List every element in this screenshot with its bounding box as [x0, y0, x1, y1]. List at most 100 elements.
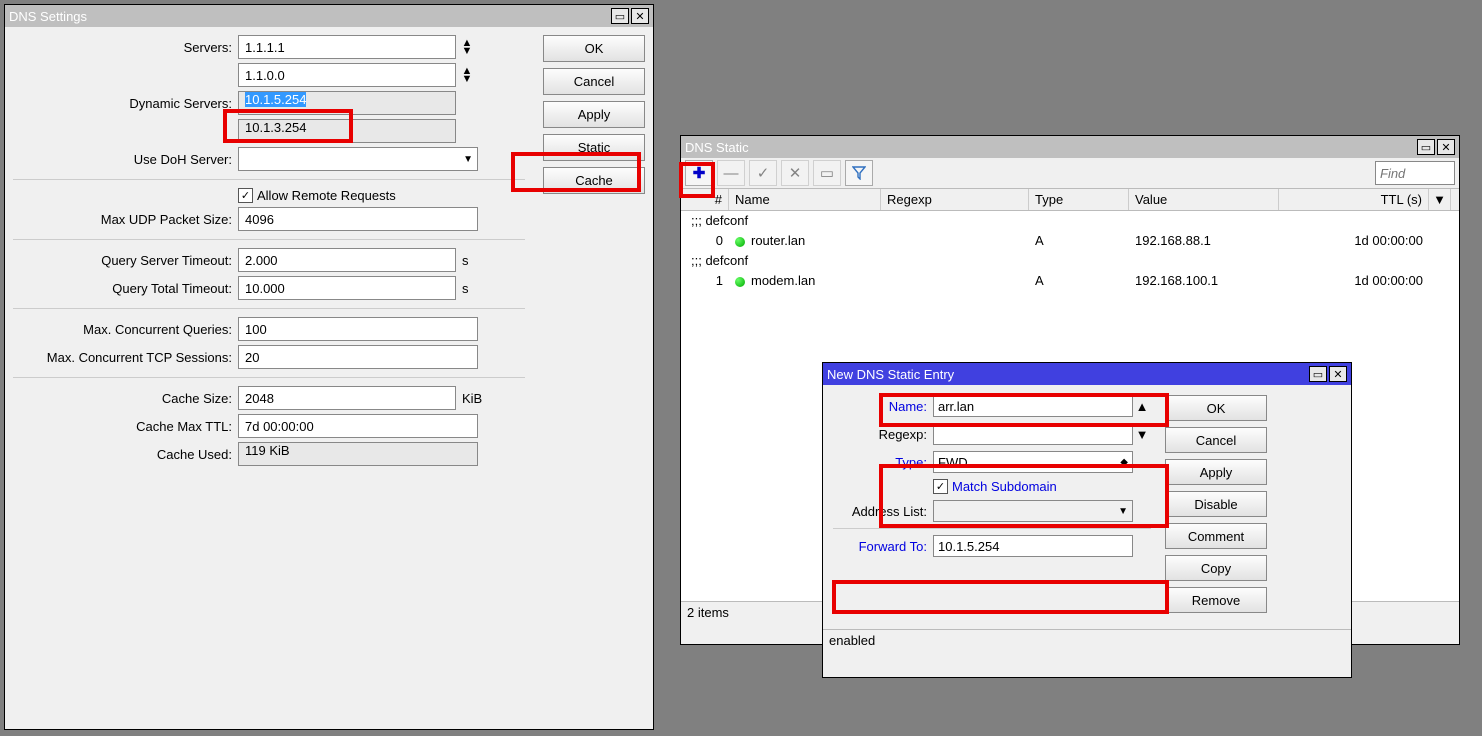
row-comment: ;;; defconf — [681, 211, 1459, 230]
dns-static-toolbar: ✚ — ✓ ✕ ▭ — [681, 158, 1459, 189]
new-entry-titlebar[interactable]: New DNS Static Entry ▭ ✕ — [823, 363, 1351, 385]
columns-menu-icon[interactable]: ▼ — [1429, 189, 1451, 210]
allow-remote-label: Allow Remote Requests — [257, 188, 396, 203]
allow-remote-checkbox[interactable]: ✓ — [238, 188, 253, 203]
select-arrow-icon: ◆ — [1120, 457, 1128, 468]
close-icon[interactable]: ✕ — [1437, 139, 1455, 155]
dynamic-servers-0: 10.1.5.254 — [238, 91, 456, 115]
name-input[interactable] — [933, 395, 1133, 417]
chevron-down-icon: ▼ — [1118, 506, 1128, 517]
status-dot-icon — [735, 237, 745, 247]
name-label: Name: — [833, 399, 933, 414]
find-input[interactable] — [1375, 161, 1455, 185]
grid-header[interactable]: # Name Regexp Type Value TTL (s) ▼ — [681, 189, 1459, 211]
max-udp-label: Max UDP Packet Size: — [13, 212, 238, 227]
servers-input-1[interactable] — [238, 63, 456, 87]
chevron-down-icon: ▼ — [463, 154, 473, 165]
regexp-input[interactable] — [933, 423, 1133, 445]
max-concurrent-queries-input[interactable] — [238, 317, 478, 341]
table-row[interactable]: 0 router.lan A 192.168.88.1 1d 00:00:00 — [681, 230, 1459, 251]
ok-button[interactable]: OK — [1165, 395, 1267, 421]
servers-label: Servers: — [13, 40, 238, 55]
chevron-up-icon[interactable]: ▲ — [1133, 399, 1151, 414]
filter-button[interactable] — [845, 160, 873, 186]
dns-settings-titlebar[interactable]: DNS Settings ▭ ✕ — [5, 5, 653, 27]
max-concurrent-queries-label: Max. Concurrent Queries: — [13, 322, 238, 337]
cache-button[interactable]: Cache — [543, 167, 645, 194]
new-entry-form: Name: ▲ Regexp: ▼ Type: FWD ◆ ✓ — [833, 395, 1151, 619]
copy-button[interactable]: Copy — [1165, 555, 1267, 581]
dns-settings-title: DNS Settings — [9, 9, 87, 24]
new-entry-button-column: OK Cancel Apply Disable Comment Copy Rem… — [1165, 395, 1267, 619]
dns-settings-window: DNS Settings ▭ ✕ Servers: ▲▼ ▲▼ Dynamic … — [4, 4, 654, 730]
col-type-header[interactable]: Type — [1029, 189, 1129, 210]
servers-input-0[interactable] — [238, 35, 456, 59]
dns-static-titlebar[interactable]: DNS Static ▭ ✕ — [681, 136, 1459, 158]
forward-to-input[interactable] — [933, 535, 1133, 557]
minimize-icon[interactable]: ▭ — [611, 8, 629, 24]
query-total-timeout-label: Query Total Timeout: — [13, 281, 238, 296]
regexp-label: Regexp: — [833, 427, 933, 442]
disable-button[interactable]: ✕ — [781, 160, 809, 186]
close-icon[interactable]: ✕ — [631, 8, 649, 24]
col-name-header[interactable]: Name — [729, 189, 881, 210]
new-dns-static-entry-window: New DNS Static Entry ▭ ✕ Name: ▲ Regexp:… — [822, 362, 1352, 678]
cache-max-ttl-input[interactable] — [238, 414, 478, 438]
servers-spin-0[interactable]: ▲▼ — [456, 35, 478, 59]
cache-used-value: 119 KiB — [238, 442, 478, 466]
address-list-label: Address List: — [833, 504, 933, 519]
comment-button[interactable]: Comment — [1165, 523, 1267, 549]
row-comment: ;;; defconf — [681, 251, 1459, 270]
type-select[interactable]: FWD ◆ — [933, 451, 1133, 473]
dynamic-servers-label: Dynamic Servers: — [13, 96, 238, 111]
query-server-timeout-input[interactable] — [238, 248, 456, 272]
cancel-button[interactable]: Cancel — [543, 68, 645, 95]
query-server-timeout-label: Query Server Timeout: — [13, 253, 238, 268]
status-dot-icon — [735, 277, 745, 287]
remove-button[interactable]: Remove — [1165, 587, 1267, 613]
cache-max-ttl-label: Cache Max TTL: — [13, 419, 238, 434]
dns-static-title: DNS Static — [685, 140, 749, 155]
remove-button[interactable]: — — [717, 160, 745, 186]
new-entry-statusbar: enabled — [823, 629, 1351, 651]
minimize-icon[interactable]: ▭ — [1417, 139, 1435, 155]
servers-spin-1[interactable]: ▲▼ — [456, 63, 478, 87]
chevron-down-icon[interactable]: ▼ — [1133, 427, 1151, 442]
max-concurrent-tcp-input[interactable] — [238, 345, 478, 369]
use-doh-label: Use DoH Server: — [13, 152, 238, 167]
dynamic-servers-1: 10.1.3.254 — [238, 119, 456, 143]
add-button[interactable]: ✚ — [685, 160, 713, 186]
type-label: Type: — [833, 455, 933, 470]
max-udp-input[interactable] — [238, 207, 478, 231]
dns-settings-form: Servers: ▲▼ ▲▼ Dynamic Servers: 10.1.5.2… — [13, 35, 525, 721]
apply-button[interactable]: Apply — [1165, 459, 1267, 485]
query-total-timeout-input[interactable] — [238, 276, 456, 300]
dns-settings-button-column: OK Cancel Apply Static Cache — [543, 35, 645, 721]
match-subdomain-checkbox[interactable]: ✓ — [933, 479, 948, 494]
cache-size-label: Cache Size: — [13, 391, 238, 406]
max-concurrent-tcp-label: Max. Concurrent TCP Sessions: — [13, 350, 238, 365]
col-ttl-header[interactable]: TTL (s) — [1279, 189, 1429, 210]
minimize-icon[interactable]: ▭ — [1309, 366, 1327, 382]
apply-button[interactable]: Apply — [543, 101, 645, 128]
use-doh-dropdown[interactable]: ▼ — [238, 147, 478, 171]
kib-unit: KiB — [456, 391, 482, 406]
cache-used-label: Cache Used: — [13, 447, 238, 462]
col-regexp-header[interactable]: Regexp — [881, 189, 1029, 210]
disable-button[interactable]: Disable — [1165, 491, 1267, 517]
static-button[interactable]: Static — [543, 134, 645, 161]
cancel-button[interactable]: Cancel — [1165, 427, 1267, 453]
match-subdomain-label: Match Subdomain — [952, 479, 1057, 494]
cache-size-input[interactable] — [238, 386, 456, 410]
enable-button[interactable]: ✓ — [749, 160, 777, 186]
close-icon[interactable]: ✕ — [1329, 366, 1347, 382]
col-num-header[interactable]: # — [681, 189, 729, 210]
comment-button[interactable]: ▭ — [813, 160, 841, 186]
seconds-unit: s — [456, 253, 469, 268]
ok-button[interactable]: OK — [543, 35, 645, 62]
new-entry-title: New DNS Static Entry — [827, 367, 954, 382]
forward-to-label: Forward To: — [833, 539, 933, 554]
table-row[interactable]: 1 modem.lan A 192.168.100.1 1d 00:00:00 — [681, 270, 1459, 291]
col-value-header[interactable]: Value — [1129, 189, 1279, 210]
address-list-select[interactable]: ▼ — [933, 500, 1133, 522]
